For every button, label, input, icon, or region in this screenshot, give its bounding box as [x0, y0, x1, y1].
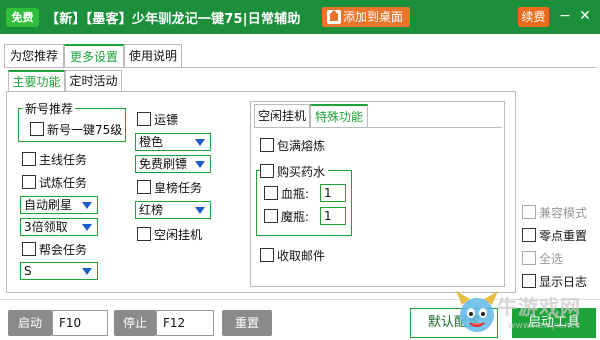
- ranking-quest-label: 皇榜任务: [154, 180, 203, 195]
- checkbox-box[interactable]: [264, 209, 278, 223]
- tab-recommend[interactable]: 为您推荐: [4, 44, 64, 68]
- escort-color-value: 橙色: [139, 135, 164, 149]
- checkbox-box[interactable]: [260, 164, 274, 178]
- start-tool-button[interactable]: 启动工具: [512, 308, 596, 338]
- subtab-timed-events[interactable]: 定时活动: [65, 70, 122, 92]
- add-to-desktop-button[interactable]: 添加到桌面: [322, 7, 410, 27]
- checkbox-box[interactable]: [137, 227, 151, 241]
- dropdown-arrow-icon: [82, 224, 92, 231]
- minimize-button[interactable]: −: [556, 6, 574, 26]
- dropdown-arrow-icon: [82, 202, 92, 209]
- main-quest-label: 主线任务: [39, 152, 88, 167]
- bag-full-smelt-checkbox[interactable]: 包满熔炼: [260, 136, 325, 154]
- buy-potions-checkbox[interactable]: 购买药水: [260, 162, 329, 180]
- buy-potions-label: 购买药水: [277, 164, 326, 179]
- one-key-75-checkbox[interactable]: 新号一键75级: [30, 120, 122, 138]
- guild-quest-label: 帮会任务: [39, 242, 88, 257]
- checkbox-box[interactable]: [264, 186, 278, 200]
- compat-mode-checkbox[interactable]: 兼容模式: [522, 203, 587, 221]
- checkbox-box[interactable]: [137, 112, 151, 126]
- hp-bottle-checkbox[interactable]: 血瓶:: [264, 184, 309, 202]
- checkbox-box[interactable]: [22, 242, 36, 256]
- tab-idle-hang[interactable]: 空闲挂机: [254, 104, 310, 128]
- dropdown-arrow-icon: [195, 207, 205, 214]
- checkbox-box[interactable]: [137, 180, 151, 194]
- reset-button[interactable]: 重置: [222, 310, 272, 336]
- hp-bottle-qty-input[interactable]: 1: [320, 184, 346, 202]
- checkbox-box[interactable]: [522, 274, 536, 288]
- idle-hang-label: 空闲挂机: [154, 227, 203, 242]
- app-title: 【新】【墨客】少年驯龙记一键75|日常辅助: [46, 12, 301, 27]
- hp-bottle-label: 血瓶:: [281, 186, 310, 201]
- mp-bottle-checkbox[interactable]: 魔瓶:: [264, 207, 309, 225]
- stop-button[interactable]: 停止: [114, 310, 156, 336]
- collect-mail-label: 收取邮件: [277, 248, 326, 263]
- triple-claim-select[interactable]: 3倍领取: [20, 218, 98, 236]
- subtab-main-functions[interactable]: 主要功能: [8, 70, 65, 92]
- select-all-label: 全选: [539, 251, 564, 266]
- add-to-desktop-label: 添加到桌面: [343, 10, 404, 24]
- free-refresh-select[interactable]: 免费刷镖: [135, 155, 211, 173]
- ranking-quest-checkbox[interactable]: 皇榜任务: [137, 178, 202, 196]
- collect-mail-checkbox[interactable]: 收取邮件: [260, 246, 325, 264]
- checkbox-box[interactable]: [522, 205, 536, 219]
- escort-checkbox[interactable]: 运镖: [137, 110, 178, 128]
- auto-refresh-value: 自动刷星: [24, 198, 73, 212]
- free-refresh-value: 免费刷镖: [139, 157, 188, 171]
- start-button[interactable]: 启动: [8, 310, 52, 336]
- bag-full-smelt-label: 包满熔炼: [277, 138, 326, 153]
- checkbox-box[interactable]: [22, 152, 36, 166]
- one-key-75-label: 新号一键75级: [47, 122, 123, 137]
- tab-instructions[interactable]: 使用说明: [124, 44, 182, 68]
- triple-claim-value: 3倍领取: [24, 220, 68, 234]
- tab-more-settings[interactable]: 更多设置: [64, 44, 124, 68]
- select-all-checkbox[interactable]: 全选: [522, 249, 563, 267]
- tab-special-functions[interactable]: 特殊功能: [310, 104, 368, 128]
- zero-reset-checkbox[interactable]: 零点重置: [522, 226, 587, 244]
- dropdown-arrow-icon: [82, 268, 92, 275]
- checkbox-box[interactable]: [260, 138, 274, 152]
- stop-hotkey-input[interactable]: F12: [156, 310, 214, 336]
- idle-hang-checkbox[interactable]: 空闲挂机: [137, 225, 202, 243]
- escort-label: 运镖: [154, 112, 179, 127]
- compat-mode-label: 兼容模式: [539, 205, 588, 220]
- right-tab-divider: [254, 127, 502, 128]
- mp-bottle-qty-input[interactable]: 1: [320, 207, 346, 225]
- ranking-select[interactable]: 红榜: [135, 201, 211, 219]
- show-log-checkbox[interactable]: 显示日志: [522, 272, 587, 290]
- home-icon: [327, 10, 341, 24]
- default-config-button[interactable]: 默认配置: [410, 308, 498, 338]
- ranking-value: 红榜: [139, 203, 164, 217]
- auto-refresh-select[interactable]: 自动刷星: [20, 196, 98, 214]
- close-button[interactable]: ✕: [576, 6, 594, 26]
- renew-button[interactable]: 续费: [518, 7, 549, 27]
- trial-quest-label: 试炼任务: [39, 175, 88, 190]
- guild-grade-value: S: [24, 264, 32, 278]
- checkbox-box[interactable]: [30, 122, 44, 136]
- new-account-group-title: 新号推荐: [23, 100, 76, 117]
- dropdown-arrow-icon: [195, 139, 205, 146]
- escort-color-select[interactable]: 橙色: [135, 133, 211, 151]
- free-badge: 免费: [6, 8, 39, 27]
- trial-quest-checkbox[interactable]: 试炼任务: [22, 173, 87, 191]
- guild-grade-select[interactable]: S: [20, 262, 98, 280]
- checkbox-box[interactable]: [260, 248, 274, 262]
- show-log-label: 显示日志: [539, 274, 588, 289]
- checkbox-box[interactable]: [522, 228, 536, 242]
- checkbox-box[interactable]: [522, 251, 536, 265]
- zero-reset-label: 零点重置: [539, 228, 588, 243]
- main-quest-checkbox[interactable]: 主线任务: [22, 150, 87, 168]
- title-bar: 免费 【新】【墨客】少年驯龙记一键75|日常辅助 添加到桌面 续费 − ✕: [0, 0, 600, 34]
- tab-divider: [4, 67, 596, 68]
- dropdown-arrow-icon: [195, 161, 205, 168]
- bottom-divider: [0, 299, 600, 300]
- guild-quest-checkbox[interactable]: 帮会任务: [22, 240, 87, 258]
- checkbox-box[interactable]: [22, 175, 36, 189]
- mp-bottle-label: 魔瓶:: [281, 209, 310, 224]
- start-hotkey-input[interactable]: F10: [52, 310, 108, 336]
